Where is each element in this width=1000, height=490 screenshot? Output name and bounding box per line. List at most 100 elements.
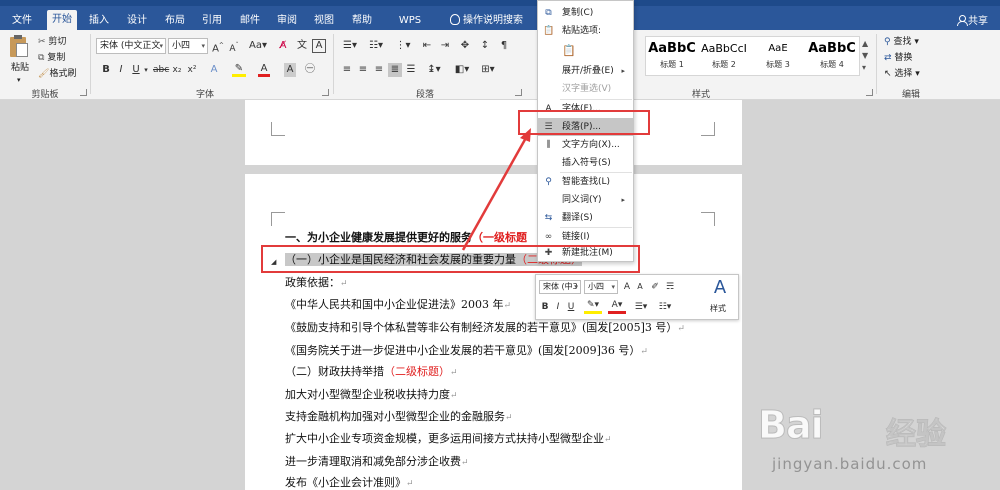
mini-styles-label[interactable]: 样式 bbox=[710, 303, 726, 315]
italic-icon[interactable]: I bbox=[115, 63, 127, 77]
tab-home[interactable]: 开始 bbox=[47, 10, 77, 30]
tab-review[interactable]: 审阅 bbox=[274, 12, 300, 30]
multilevel-list-icon[interactable]: ⋮▾ bbox=[393, 39, 413, 53]
menu-item-text-direction[interactable]: ⫼ 文字方向(X)... bbox=[538, 136, 633, 154]
char-shading-icon[interactable]: A bbox=[284, 63, 296, 77]
tab-view[interactable]: 视图 bbox=[311, 12, 337, 30]
tab-file[interactable]: 文件 bbox=[10, 12, 34, 30]
bold-icon[interactable]: B bbox=[540, 300, 550, 314]
tab-design[interactable]: 设计 bbox=[124, 12, 150, 30]
paste-dropdown-icon[interactable]: ▾ bbox=[17, 74, 21, 86]
grow-font-icon[interactable]: A^ bbox=[212, 39, 224, 56]
distributed-icon[interactable]: ☰ bbox=[404, 63, 418, 77]
line-spacing-icon[interactable]: ↨▾ bbox=[424, 63, 444, 77]
body-line[interactable]: 支持金融机构加强对小型微型企业的金融服务↵ bbox=[285, 409, 513, 426]
bullets-icon[interactable]: ☰▾ bbox=[340, 39, 360, 53]
mini-font-size-combo[interactable]: 小四 ▾ bbox=[584, 280, 618, 294]
tell-me-search[interactable]: 操作说明搜索 bbox=[450, 12, 530, 30]
subscript-icon[interactable]: x₂ bbox=[171, 63, 183, 77]
styles-scroll-icon[interactable]: ▲ ▼ ▾ bbox=[862, 38, 872, 74]
chevron-down-icon[interactable]: ▾ bbox=[142, 63, 150, 77]
styles-icon[interactable]: ☴ bbox=[664, 280, 676, 294]
font-name-combo[interactable]: 宋体 (中文正文 ▾ bbox=[96, 38, 166, 54]
tab-mailings[interactable]: 邮件 bbox=[237, 12, 263, 30]
grow-font-icon[interactable]: A bbox=[622, 280, 632, 294]
menu-item-expand-collapse[interactable]: 展开/折叠(E) ▸ bbox=[538, 62, 633, 80]
show-marks-icon[interactable]: ¶ bbox=[497, 39, 511, 53]
body-line[interactable]: 进一步清理取消和减免部分涉企收费↵ bbox=[285, 454, 469, 471]
numbering-icon[interactable]: ☷▾ bbox=[366, 39, 386, 53]
font-color-icon[interactable]: A▾ bbox=[608, 300, 626, 314]
style-heading-1[interactable]: AaBbC 标题 1 bbox=[648, 39, 696, 75]
superscript-icon[interactable]: x² bbox=[186, 63, 198, 77]
increase-indent-icon[interactable]: ⇥ bbox=[438, 39, 452, 53]
style-heading-3[interactable]: AaE 标题 3 bbox=[754, 39, 802, 75]
menu-item-synonyms[interactable]: 同义词(Y) ▸ bbox=[538, 191, 633, 209]
paste-option-buttons[interactable]: 📋 bbox=[538, 40, 633, 60]
cut-button[interactable]: ✂ 剪切 bbox=[38, 36, 66, 48]
align-left-icon[interactable]: ≡ bbox=[340, 63, 354, 77]
change-case-icon[interactable]: Aa▾ bbox=[248, 39, 268, 53]
clipboard-launcher-icon[interactable] bbox=[80, 89, 87, 96]
enclose-char-icon[interactable]: ㊀ bbox=[303, 63, 317, 77]
tab-layout[interactable]: 布局 bbox=[162, 12, 188, 30]
mini-font-name-combo[interactable]: 宋体 (中3 ▾ bbox=[539, 280, 581, 294]
tab-references[interactable]: 引用 bbox=[199, 12, 225, 30]
bullets-icon[interactable]: ☰▾ bbox=[632, 300, 650, 314]
styles-gallery-icon[interactable]: A bbox=[708, 277, 732, 299]
align-center-icon[interactable]: ≡ bbox=[356, 63, 370, 77]
clear-formatting-icon[interactable]: A̸ bbox=[276, 39, 290, 53]
char-border-icon[interactable]: A bbox=[312, 39, 326, 53]
borders-icon[interactable]: ⊞▾ bbox=[478, 63, 498, 77]
text-effects-icon[interactable]: A bbox=[208, 63, 220, 77]
heading-2-line[interactable]: （二）财政扶持举措（二级标题）↵ bbox=[285, 364, 458, 381]
paste-keep-format-icon[interactable]: 📋 bbox=[562, 42, 576, 60]
menu-item-translate[interactable]: ⇆ 翻译(S) bbox=[538, 209, 633, 227]
menu-item-smart-lookup[interactable]: ⚲ 智能查找(L) bbox=[538, 173, 633, 191]
shading-icon[interactable]: ◧▾ bbox=[452, 63, 472, 77]
body-line[interactable]: 《鼓励支持和引导个体私营等非公有制经济发展的若干意见》(国发[2005]3 号）… bbox=[285, 320, 685, 337]
body-line[interactable]: 《中华人民共和国中小企业促进法》2003 年↵ bbox=[285, 297, 511, 314]
menu-item-copy[interactable]: ⧉ 复制(C) bbox=[538, 4, 633, 22]
highlight-icon[interactable]: ✎▾ bbox=[584, 300, 602, 314]
tab-insert[interactable]: 插入 bbox=[86, 12, 112, 30]
shrink-font-icon[interactable]: A bbox=[635, 280, 645, 294]
replace-button[interactable]: ⇄ 替换 bbox=[884, 52, 912, 64]
styles-launcher-icon[interactable] bbox=[866, 89, 873, 96]
numbering-icon[interactable]: ☷▾ bbox=[656, 300, 674, 314]
underline-icon[interactable]: U bbox=[566, 300, 576, 314]
body-line[interactable]: 扩大中小企业专项资金规模，更多运用间接方式扶持小型微型企业↵ bbox=[285, 431, 612, 448]
font-launcher-icon[interactable] bbox=[322, 89, 329, 96]
tab-help[interactable]: 帮助 bbox=[349, 12, 375, 30]
highlight-icon[interactable]: ✎ bbox=[232, 63, 246, 77]
font-color-icon[interactable]: A bbox=[258, 63, 270, 77]
body-line[interactable]: 《国务院关于进一步促进中小企业发展的若干意见》(国发[2009]36 号）↵ bbox=[285, 343, 648, 360]
style-heading-2[interactable]: AaBbCcI 标题 2 bbox=[700, 39, 748, 75]
share-button[interactable]: 共享 bbox=[957, 12, 988, 27]
align-right-icon[interactable]: ≡ bbox=[372, 63, 386, 77]
justify-icon[interactable]: ≣ bbox=[388, 63, 402, 77]
paste-icon[interactable] bbox=[8, 34, 30, 60]
underline-icon[interactable]: U bbox=[130, 63, 142, 77]
font-size-combo[interactable]: 小四 ▾ bbox=[168, 38, 208, 54]
paste-button[interactable]: 粘贴 bbox=[11, 62, 29, 74]
italic-icon[interactable]: I bbox=[553, 300, 563, 314]
style-heading-4[interactable]: AaBbC 标题 4 bbox=[808, 39, 856, 75]
shrink-font-icon[interactable]: Aˇ bbox=[228, 39, 240, 56]
phonetic-guide-icon[interactable]: 文 bbox=[295, 39, 309, 53]
body-line[interactable]: 加大对小型微型企业税收扶持力度↵ bbox=[285, 387, 458, 404]
find-button[interactable]: ⚲ 查找 ▾ bbox=[884, 36, 919, 48]
strikethrough-icon[interactable]: abc bbox=[153, 63, 169, 77]
tab-wps-pdf[interactable]: WPS PDF bbox=[388, 12, 432, 44]
heading-1-line[interactable]: 一、为小企业健康发展提供更好的服务（一级标题 bbox=[285, 230, 527, 246]
paragraph-launcher-icon[interactable] bbox=[515, 89, 522, 96]
sort-icon[interactable]: ↕ bbox=[478, 39, 492, 53]
copy-button[interactable]: ⧉ 复制 bbox=[38, 52, 65, 64]
menu-item-insert-symbol[interactable]: 插入符号(S) bbox=[538, 154, 633, 172]
body-line[interactable]: 政策依据：↵ bbox=[285, 275, 348, 292]
format-painter-button[interactable]: 🖌格式刷 bbox=[38, 68, 76, 80]
body-line[interactable]: 发布《小企业会计准则》↵ bbox=[285, 475, 414, 490]
select-button[interactable]: ↖ 选择 ▾ bbox=[884, 68, 920, 80]
chinese-layout-icon[interactable]: ✥ bbox=[458, 39, 472, 53]
bold-icon[interactable]: B bbox=[100, 63, 112, 77]
